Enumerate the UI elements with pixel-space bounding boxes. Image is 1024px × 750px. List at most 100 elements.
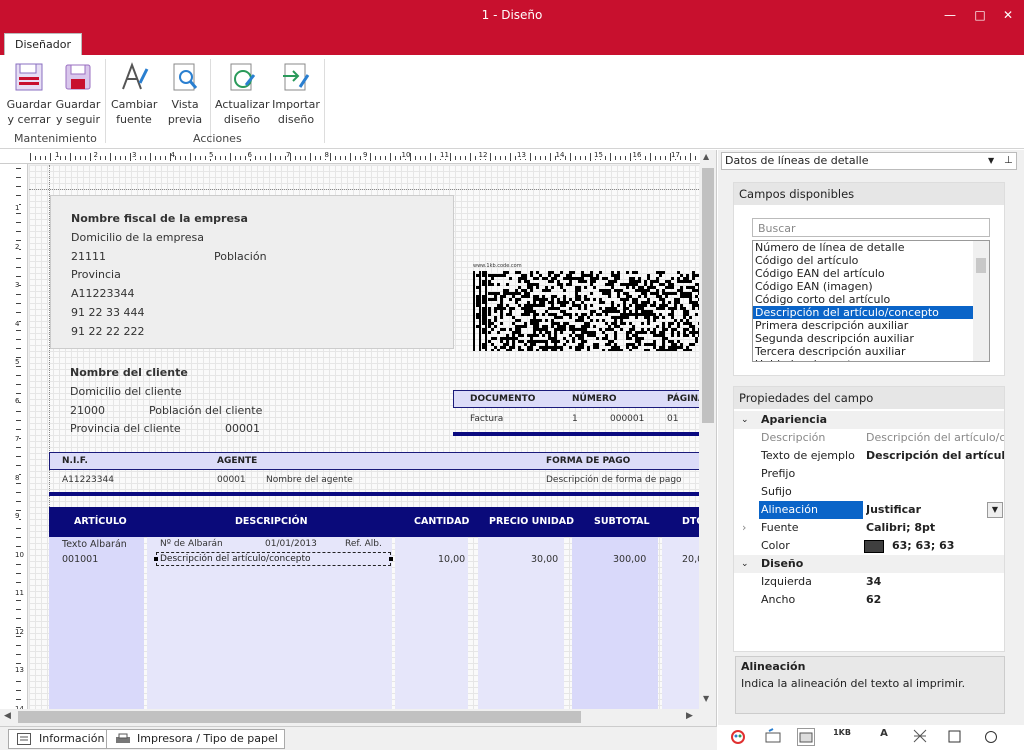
guardar-seguir-button[interactable]: Guardar y seguir xyxy=(55,61,101,127)
field-list-item[interactable]: Tercera descripción auxiliar xyxy=(753,345,989,358)
ruler-tick xyxy=(505,156,506,160)
help-title: Alineación xyxy=(741,660,806,673)
data-field-icon[interactable] xyxy=(797,728,815,746)
prop-prefijo[interactable]: Prefijo xyxy=(734,465,1004,483)
selection-handle[interactable] xyxy=(154,557,158,561)
prop-alineacion-value[interactable]: Justificar xyxy=(866,501,1004,519)
collapse-icon[interactable]: ⌄ xyxy=(741,411,749,429)
nif-header-bar[interactable]: N.I.F. AGENTE FORMA DE PAGO xyxy=(49,452,699,470)
field-list-item[interactable]: Unidades de venta xyxy=(753,358,989,361)
prop-sufijo[interactable]: Sufijo xyxy=(734,483,1004,501)
ruler-number: 2 xyxy=(93,151,98,159)
field-list-item[interactable]: Descripción del artículo/concepto xyxy=(753,306,989,319)
tab-informacion[interactable]: Información xyxy=(8,729,112,749)
pin-icon[interactable]: ⊥ xyxy=(1004,153,1013,169)
fields-list-scrollbar[interactable] xyxy=(973,241,989,361)
field-list-item[interactable]: Segunda descripción auxiliar xyxy=(753,332,989,345)
cambiar-fuente-button[interactable]: Cambiar fuente xyxy=(111,61,157,127)
tab-impresora[interactable]: Impresora / Tipo de papel xyxy=(106,729,285,749)
text-field-icon[interactable] xyxy=(764,728,782,746)
ruler-tick xyxy=(430,153,431,161)
prop-color[interactable]: Color 63; 63; 63 xyxy=(734,537,1004,555)
horizontal-scroll-thumb[interactable] xyxy=(18,711,581,723)
close-button[interactable]: ✕ xyxy=(998,5,1018,25)
prop-descripcion[interactable]: Descripción Descripción del artículo/con… xyxy=(734,429,1004,447)
ruler-tick xyxy=(30,153,31,161)
alineacion-dropdown-icon[interactable]: ▼ xyxy=(987,502,1003,518)
ruler-tick xyxy=(665,156,666,160)
section-selector[interactable]: Datos de líneas de detalle ▼ ⊥ xyxy=(721,152,1017,170)
horizontal-scrollbar[interactable]: ◀ ▶ xyxy=(0,709,700,725)
label-tool-icon[interactable]: A xyxy=(875,728,893,746)
ruler-tick xyxy=(16,213,21,214)
field-list-item[interactable]: Primera descripción auxiliar xyxy=(753,319,989,332)
scroll-down-icon[interactable]: ▼ xyxy=(703,694,709,703)
vista-previa-button[interactable]: Vista previa xyxy=(164,61,206,127)
fields-list-scroll-thumb[interactable] xyxy=(976,258,986,273)
prop-texto-ejemplo[interactable]: Texto de ejemplo Descripción del artícul… xyxy=(734,447,1004,465)
scroll-left-icon[interactable]: ◀ xyxy=(4,711,11,721)
company-block[interactable]: Nombre fiscal de la empresa Domicilio de… xyxy=(50,195,454,349)
collapse-icon[interactable]: ⌄ xyxy=(741,555,749,573)
scroll-up-icon[interactable]: ▲ xyxy=(703,152,709,161)
minimize-button[interactable]: — xyxy=(940,5,960,25)
row-subtotal: 300,00 xyxy=(613,554,647,565)
ruler-tick xyxy=(610,153,611,161)
field-list-item[interactable]: Código EAN (imagen) xyxy=(753,280,989,293)
selected-description-field[interactable]: Descripción del artículo/concepto xyxy=(156,552,391,566)
field-list-item[interactable]: Código EAN del artículo xyxy=(753,267,989,280)
guardar-cerrar-button[interactable]: Guardar y cerrar xyxy=(6,61,52,127)
ellipse-tool-icon[interactable] xyxy=(982,728,1000,746)
rectangle-tool-icon[interactable] xyxy=(946,728,964,746)
guardar-cerrar-label-2: y cerrar xyxy=(7,113,51,126)
line-tool-icon[interactable] xyxy=(911,728,929,746)
company-phone-1: 91 22 33 444 xyxy=(71,306,145,319)
design-canvas[interactable]: Nombre fiscal de la empresa Domicilio de… xyxy=(29,165,699,709)
prop-alineacion[interactable]: Alineación Justificar ▼ xyxy=(734,501,1004,519)
ruler-tick xyxy=(16,609,21,610)
row-precio: 30,00 xyxy=(531,554,559,565)
vista-previa-label-1: Vista xyxy=(171,98,199,111)
ruler-tick xyxy=(105,156,106,160)
tab-disenador[interactable]: Diseñador xyxy=(4,33,82,55)
vertical-scroll-thumb[interactable] xyxy=(702,168,714,423)
ruler-tick xyxy=(16,645,21,646)
fields-list[interactable]: Número de línea de detalle Código del art… xyxy=(752,240,990,362)
ruler-tick xyxy=(475,156,476,160)
vista-previa-label-2: previa xyxy=(167,113,203,126)
palette-icon[interactable] xyxy=(729,728,747,746)
search-input[interactable]: Buscar xyxy=(752,218,990,237)
company-city: Población xyxy=(214,250,267,263)
importar-diseno-button[interactable]: Importar diseño xyxy=(272,61,320,127)
group-separator xyxy=(210,59,211,143)
scroll-right-icon[interactable]: ▶ xyxy=(686,711,693,721)
selection-handle[interactable] xyxy=(389,557,393,561)
ruler-tick xyxy=(490,153,491,161)
prop-fuente[interactable]: › Fuente Calibri; 8pt xyxy=(734,519,1004,537)
prop-fuente-key: Fuente xyxy=(761,521,799,534)
document-header-bar[interactable]: DOCUMENTO NÚMERO PÁGINA xyxy=(453,390,699,408)
prop-ancho[interactable]: Ancho 62 xyxy=(734,591,1004,609)
vertical-scrollbar[interactable]: ▲ ▼ xyxy=(700,150,716,710)
field-list-item[interactable]: Código del artículo xyxy=(753,254,989,267)
barcode-image[interactable] xyxy=(473,271,699,351)
ruler-number: 15 xyxy=(594,151,603,159)
maximize-button[interactable]: □ xyxy=(970,5,990,25)
color-swatch[interactable] xyxy=(864,540,884,553)
ruler-number: 16 xyxy=(632,151,642,159)
ruler-number: 3 xyxy=(15,281,20,289)
ruler-number: 5 xyxy=(209,151,214,159)
category-apariencia[interactable]: ⌄ Apariencia xyxy=(734,411,1004,429)
expand-icon[interactable]: › xyxy=(742,519,746,537)
ruler-tick xyxy=(500,156,501,160)
prop-izquierda[interactable]: Izquierda 34 xyxy=(734,573,1004,591)
dropdown-arrow-icon[interactable]: ▼ xyxy=(988,153,994,169)
field-list-item[interactable]: Código corto del artículo xyxy=(753,293,989,306)
field-list-item[interactable]: Número de línea de detalle xyxy=(753,241,989,254)
importar-label-1: Importar xyxy=(272,98,320,111)
barcode-tool-icon[interactable]: 1KB xyxy=(833,728,851,746)
lines-table-header[interactable]: ARTÍCULO DESCRIPCIÓN CANTIDAD PRECIO UNI… xyxy=(49,507,699,537)
doc-header-documento: DOCUMENTO xyxy=(470,394,536,404)
category-diseno[interactable]: ⌄ Diseño xyxy=(734,555,1004,573)
actualizar-diseno-button[interactable]: Actualizar diseño xyxy=(215,61,270,127)
